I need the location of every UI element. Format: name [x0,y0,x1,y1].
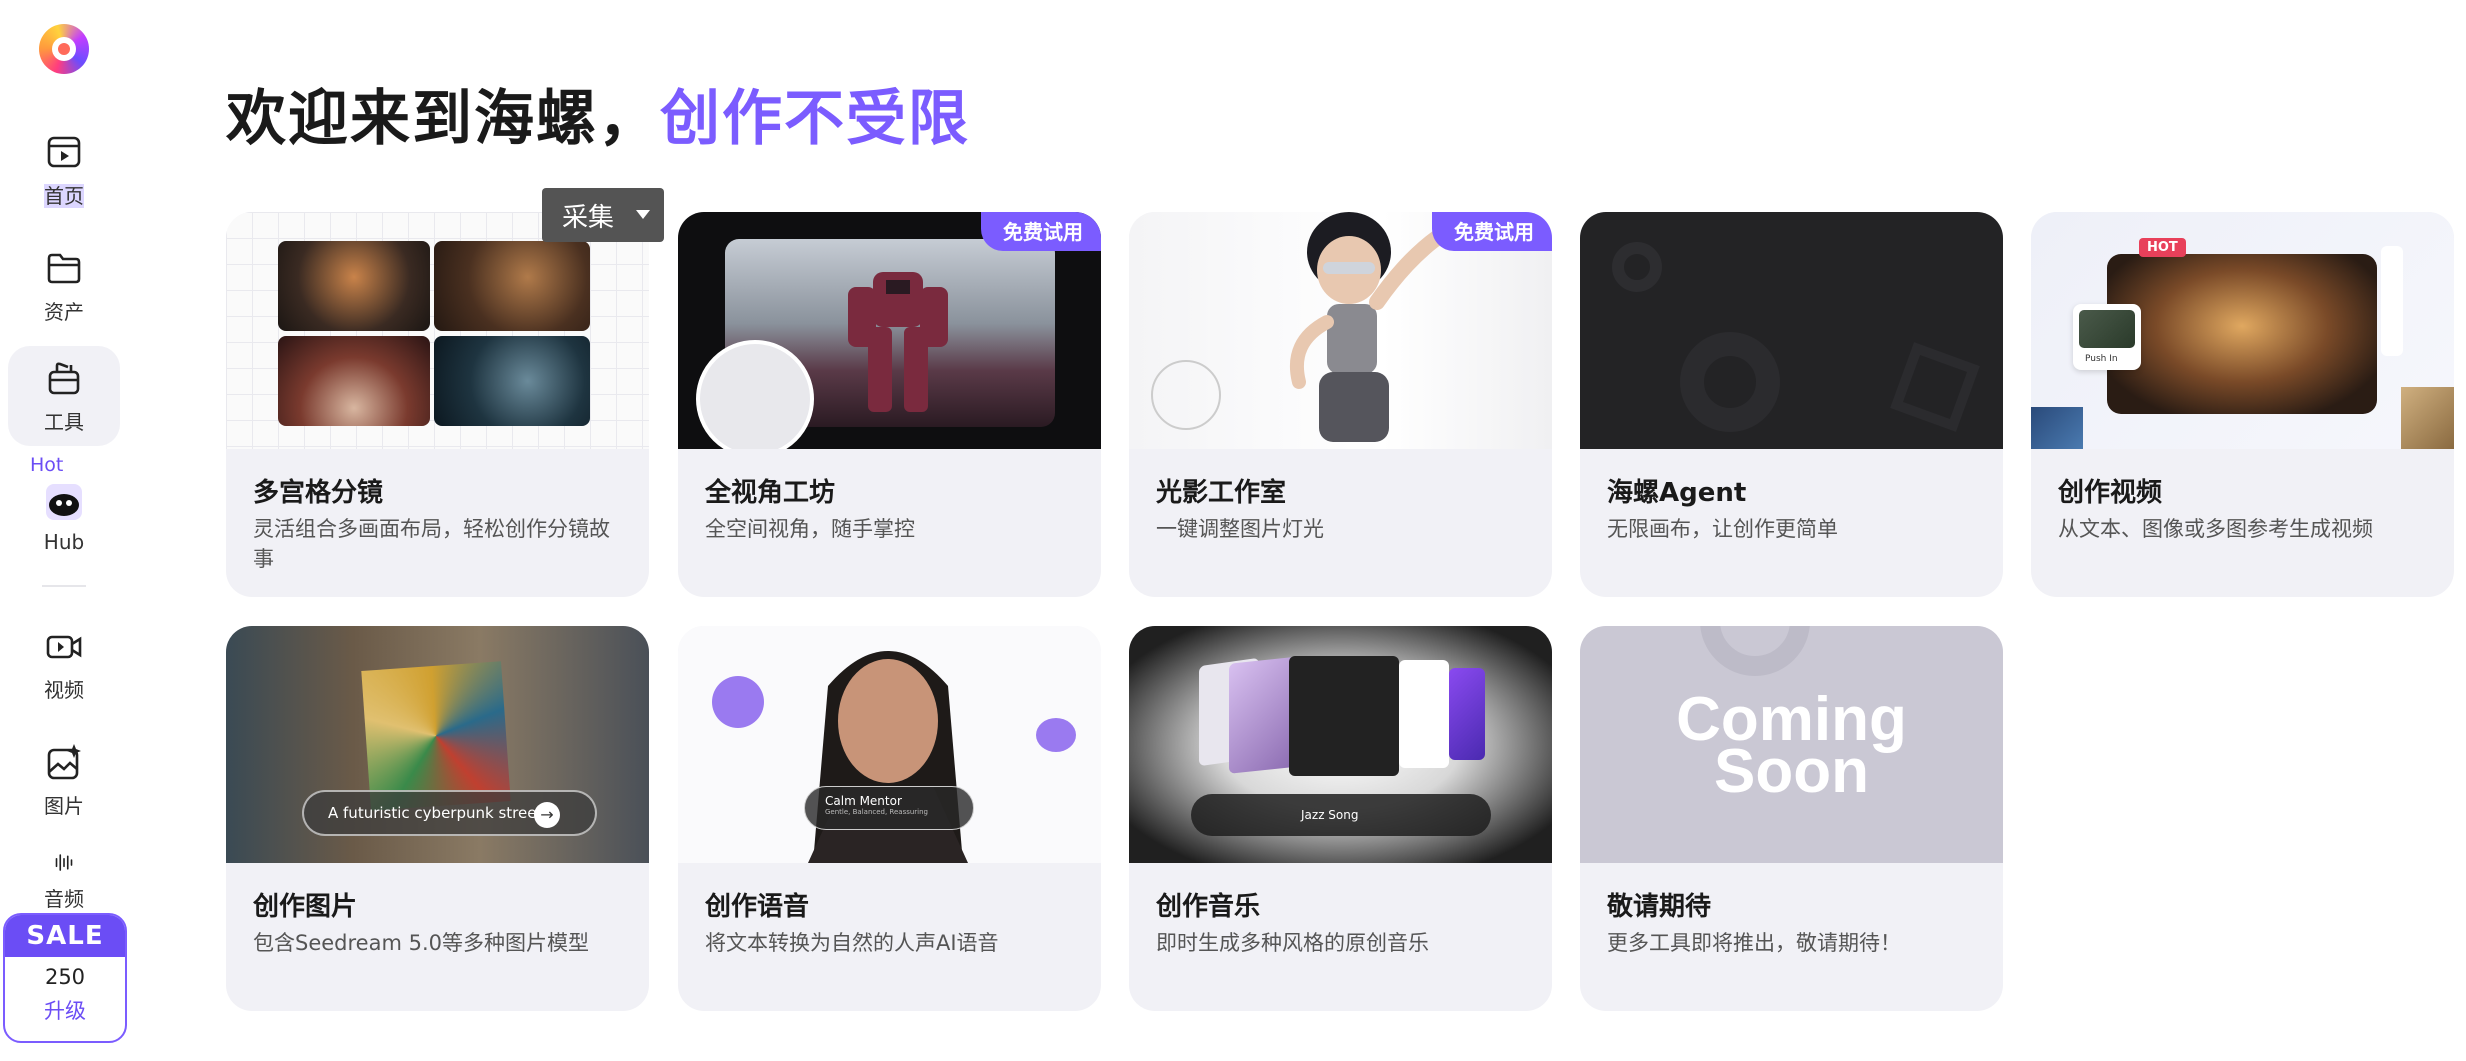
sidebar-item-home[interactable]: 首页 [8,120,120,220]
hailuo-logo[interactable] [39,24,89,74]
push-in-label: Push In [2085,354,2118,364]
card-title: 创作视频 [2058,478,2163,508]
video-camera-icon [46,635,82,658]
card-description: 灵活组合多画面布局，轻松创作分镜故事 [253,517,610,571]
user-avatar-icon [712,676,764,728]
card-title: 创作音乐 [1156,892,1261,922]
storyboard-thumbnail [226,212,649,449]
sale-upgrade-card[interactable]: SALE 250 升级 [3,913,127,1043]
hot-badge: HOT [2139,238,2186,257]
card-description: 全空间视角，随手掌控 [705,517,915,541]
upgrade-link[interactable]: 升级 [5,995,125,1025]
tool-card-multiview[interactable]: 免费试用 全视角工坊 全空间视角，随手掌控 [678,212,1101,597]
tool-card-create-image[interactable]: A futuristic cyberpunk street | → 创作图片 包… [226,626,649,1011]
free-trial-badge: 免费试用 [1432,212,1552,251]
sidebar-item-label: 首页 [44,183,84,208]
multiview-thumbnail: 免费试用 [678,212,1101,449]
card-description: 从文本、图像或多图参考生成视频 [2058,517,2373,541]
card-description: 更多工具即将推出，敬请期待！ [1607,931,1901,955]
lighting-thumbnail: 免费试用 [1129,212,1552,449]
create-image-thumbnail: A futuristic cyberpunk street | → [226,626,649,863]
collect-tooltip-button[interactable]: 采集 [542,188,664,242]
card-title: 敬请期待 [1607,892,1712,922]
coming-soon-text: Coming Soon [1676,685,1907,806]
sidebar-item-assets[interactable]: 资产 [8,236,120,336]
voice-card: Calm Mentor Gentle, Balanced, Reassuring [804,786,974,830]
sidebar-item-audio[interactable]: 音频 [8,842,120,912]
sidebar-item-hub[interactable]: Hub [8,470,120,566]
card-description: 包含Seedream 5.0等多种图片模型 [253,931,589,955]
sidebar: 首页 资产 工具 Hot Hub 视频 图片 音频 SALE 250 升级 [0,0,128,1061]
create-voice-thumbnail: Calm Mentor Gentle, Balanced, Reassuring [678,626,1101,863]
tool-card-create-music[interactable]: Jazz Song 创作音乐 即时生成多种风格的原创音乐 [1129,626,1552,1011]
home-play-icon [47,136,81,167]
tool-card-storyboard[interactable]: 多宫格分镜 灵活组合多画面布局，轻松创作分镜故事 [226,212,649,597]
sidebar-item-video[interactable]: 视频 [8,614,120,714]
card-description: 即时生成多种风格的原创音乐 [1156,931,1429,955]
tool-card-coming-soon: Coming Soon 敬请期待 更多工具即将推出，敬请期待！ [1580,626,2003,1011]
hub-avatar-icon [46,484,82,520]
free-trial-badge: 免费试用 [981,212,1101,251]
card-title: 创作图片 [253,892,358,922]
sidebar-item-label: 工具 [44,409,84,434]
arrow-right-icon: → [534,802,560,828]
image-sparkle-icon [47,743,81,779]
card-title: 创作语音 [705,892,810,922]
card-title: 光影工作室 [1156,478,1287,508]
card-description: 一键调整图片灯光 [1156,517,1324,541]
sidebar-item-label: 视频 [44,677,84,702]
folder-icon [47,253,81,283]
create-music-thumbnail: Jazz Song [1129,626,1552,863]
card-description: 将文本转换为自然的人声AI语音 [705,931,999,955]
music-player-bar: Jazz Song [1191,794,1491,836]
sidebar-item-label: 音频 [44,887,84,911]
page-title: 欢迎来到海螺，创作不受限 [226,84,970,154]
audio-wave-icon [55,854,73,871]
card-description: 无限画布，让创作更简单 [1607,517,1838,541]
sidebar-item-label: 图片 [44,793,84,818]
sidebar-item-label: 资产 [44,299,84,324]
agent-thumbnail [1580,212,2003,449]
sidebar-divider [42,585,86,587]
credits-count: 250 [44,965,86,989]
toolbox-icon [48,361,80,394]
create-video-thumbnail: HOT Push In [2031,212,2454,449]
sidebar-item-image[interactable]: 图片 [8,730,120,830]
tool-card-lighting[interactable]: 免费试用 光影工作室 一键调整图片灯光 [1129,212,1552,597]
card-title: 全视角工坊 [705,478,836,508]
coming-soon-thumbnail: Coming Soon [1580,626,2003,863]
sidebar-item-label: Hub [43,530,85,554]
tool-card-create-voice[interactable]: Calm Mentor Gentle, Balanced, Reassuring… [678,626,1101,1011]
chevron-down-icon [636,210,650,219]
tool-card-agent[interactable]: 海螺Agent 无限画布，让创作更简单 [1580,212,2003,597]
card-title: 海螺Agent [1607,478,1747,508]
sidebar-item-tools[interactable]: 工具 [8,346,120,446]
card-title: 多宫格分镜 [253,478,384,508]
chat-bubble-icon [1036,718,1076,752]
tool-card-create-video[interactable]: HOT Push In 创作视频 从文本、图像或多图参考生成视频 [2031,212,2454,597]
sale-badge: SALE [5,915,125,957]
